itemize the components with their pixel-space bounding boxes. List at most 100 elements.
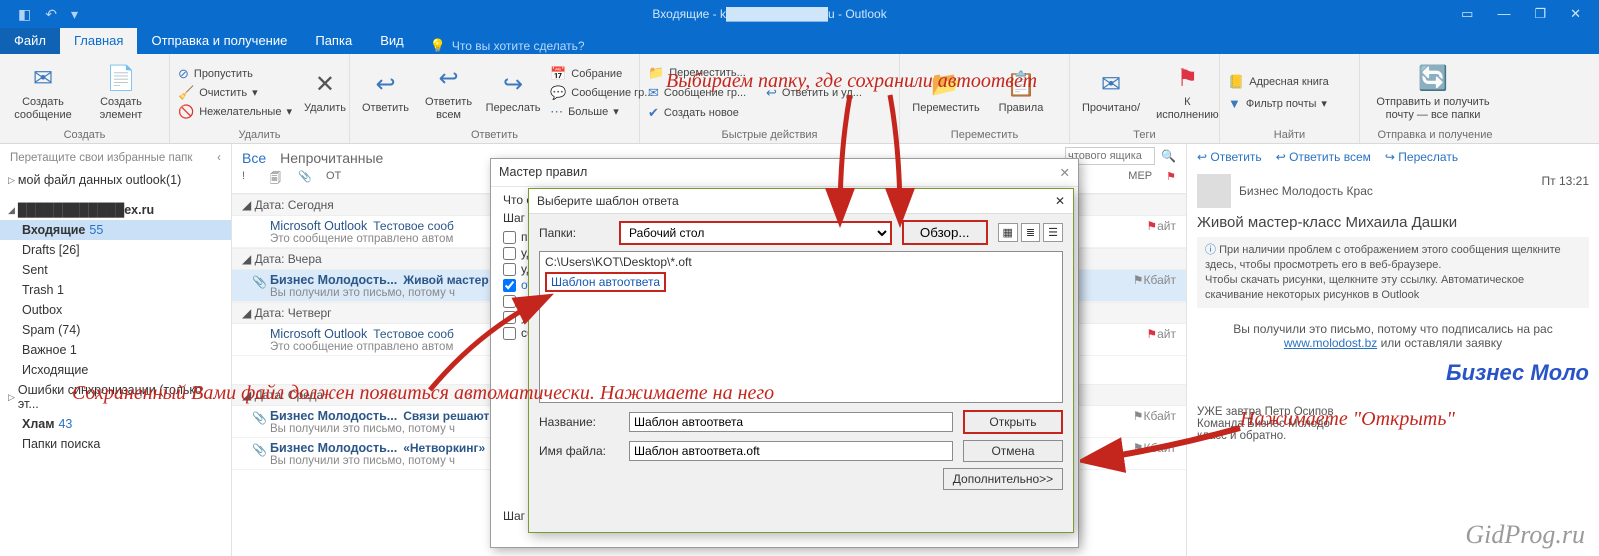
ribbon-options-icon[interactable]: ▭ [1461, 6, 1473, 22]
nav-inbox[interactable]: Входящие55 [0, 220, 231, 240]
rules-button[interactable]: 📋Правила [992, 68, 1050, 116]
attachment-icon: 📎 [252, 411, 267, 425]
group-sendrecv-label: Отправка и получение [1368, 127, 1502, 141]
tab-view[interactable]: Вид [366, 28, 418, 54]
file-input[interactable] [629, 441, 953, 461]
reply-button[interactable]: ↩Ответить [358, 68, 413, 116]
rule-checkbox[interactable] [503, 263, 516, 276]
move-button[interactable]: 📂Переместить [908, 68, 984, 116]
cancel-button[interactable]: Отмена [963, 440, 1063, 462]
addrbook-button[interactable]: 📒Адресная книга [1228, 74, 1329, 90]
nav-junk[interactable]: Хлам43 [0, 414, 231, 434]
name-label: Название: [539, 415, 619, 429]
open-button[interactable]: Открыть [963, 410, 1063, 434]
folder-select[interactable]: Рабочий стол [619, 221, 892, 245]
delete-icon: ✕ [315, 70, 335, 99]
browse-button[interactable]: Обзор... [902, 220, 988, 245]
check-icon: ✔ [648, 105, 659, 121]
rule-checkbox[interactable] [503, 231, 516, 244]
tab-home[interactable]: Главная [60, 28, 137, 54]
unread-button[interactable]: ✉Прочитано/ [1078, 68, 1144, 116]
nav-search-folders[interactable]: Папки поиска [0, 434, 231, 454]
name-input[interactable] [629, 412, 953, 432]
minimize-icon[interactable]: — [1497, 6, 1510, 22]
more-button[interactable]: ⋯Больше ▾ [550, 104, 653, 120]
move-icon: 📂 [931, 70, 961, 99]
unread-icon: ✉ [1101, 70, 1121, 99]
nav-sync-errors[interactable]: ▷Ошибки синхронизации (только эт... [0, 380, 231, 414]
search-icon[interactable]: 🔍 [1161, 149, 1176, 163]
tellme-search[interactable]: 💡Что вы хотите сделать? [418, 38, 585, 54]
more-icon: ⋯ [550, 104, 563, 120]
rule-checkbox[interactable] [503, 295, 516, 308]
tab-sendrecv[interactable]: Отправка и получение [137, 28, 301, 54]
qat-customize-icon[interactable]: ▾ [71, 6, 78, 23]
clean-button[interactable]: 🧹Очистить ▾ [178, 85, 292, 101]
nav-account[interactable]: ◢████████████ex.ru [0, 200, 231, 220]
sendrecv-all-button[interactable]: 🔄Отправить и получить почту — все папки [1368, 62, 1498, 122]
filter-all[interactable]: Все [242, 150, 266, 166]
rp-replyall[interactable]: ↩ Ответить всем [1276, 150, 1371, 164]
msg-button[interactable]: 💬Сообщение гр... [550, 85, 653, 101]
rule-checkbox[interactable] [503, 279, 516, 292]
group-quick-label: Быстрые действия [648, 127, 891, 141]
view-list-icon[interactable]: ≣ [1021, 223, 1040, 242]
rule-checkbox[interactable] [503, 247, 516, 260]
rule-checkbox[interactable] [503, 311, 516, 324]
nav-drafts[interactable]: Drafts [26] [0, 240, 231, 260]
template-chooser-dialog: Выберите шаблон ответа✕ Папки: Рабочий с… [528, 188, 1074, 533]
nav-important[interactable]: Важное 1 [0, 340, 231, 360]
qa-replydel-button[interactable]: ✉Сообщение гр... [648, 85, 758, 101]
link-molodost[interactable]: www.molodost.bz [1284, 336, 1377, 350]
meeting-icon: 📅 [550, 66, 566, 82]
rp-infobar[interactable]: ⓘ При наличии проблем с отображением это… [1197, 237, 1589, 308]
advanced-button[interactable]: Дополнительно>> [943, 468, 1063, 490]
nav-outbox[interactable]: Outbox [0, 300, 231, 320]
title-bar: ◧ ↶ ▾ Входящие - k████████████u - Outloo… [0, 0, 1599, 28]
rp-reply[interactable]: ↩ Ответить [1197, 150, 1262, 164]
chooser-close-icon[interactable]: ✕ [1055, 194, 1065, 208]
new-item-button[interactable]: 📄Создать элемент [86, 62, 156, 122]
template-file-item[interactable]: Шаблон автоответа [545, 272, 666, 292]
qa-move-button[interactable]: 📁Переместить... [648, 65, 758, 81]
view-details-icon[interactable]: ☰ [1043, 223, 1063, 242]
nav-outgoing[interactable]: Исходящие [0, 360, 231, 380]
forward-button[interactable]: ↪Переслать [484, 68, 542, 116]
qa-reply-del2[interactable]: ↩Ответить и уд... [766, 85, 862, 101]
window-title: Входящие - k████████████u - Outlook [78, 7, 1461, 21]
group-tags-label: Теги [1078, 127, 1211, 141]
sendrecv-icon: 🔄 [1418, 64, 1448, 93]
file-list[interactable]: C:\Users\KOT\Desktop\*.oft Шаблон автоот… [539, 251, 1063, 403]
tab-file[interactable]: Файл [0, 28, 60, 54]
nav-sent[interactable]: Sent [0, 260, 231, 280]
meeting-button[interactable]: 📅Собрание [550, 66, 653, 82]
followup-button[interactable]: ⚑К исполнению [1152, 62, 1223, 122]
nav-spam[interactable]: Spam (74) [0, 320, 231, 340]
qat-undo-icon[interactable]: ↶ [45, 6, 57, 23]
new-mail-button[interactable]: ✉Создать сообщение [8, 62, 78, 122]
nav-trash[interactable]: Trash 1 [0, 280, 231, 300]
col-size[interactable]: МЕР [1128, 170, 1152, 189]
junk-button[interactable]: 🚫Нежелательные ▾ [178, 104, 292, 120]
rule-checkbox[interactable] [503, 327, 516, 340]
ignore-button[interactable]: ⊘Пропустить [178, 66, 292, 82]
tab-folder[interactable]: Папка [301, 28, 366, 54]
bulb-icon: 💡 [430, 38, 446, 54]
filter-unread[interactable]: Непрочитанные [280, 150, 383, 166]
avatar [1197, 174, 1231, 208]
addrbook-icon: 📒 [1228, 74, 1244, 90]
qa-createnew-button[interactable]: ✔Создать новое [648, 105, 758, 121]
maximize-icon[interactable]: ❐ [1534, 6, 1546, 22]
view-icons-icon[interactable]: ▦ [998, 223, 1018, 242]
delete-button[interactable]: ✕Удалить [300, 68, 350, 116]
rp-forward[interactable]: ↪ Переслать [1385, 150, 1458, 164]
wizard-close-icon[interactable]: ✕ [1060, 165, 1070, 180]
replyall-button[interactable]: ↩Ответить всем [421, 62, 476, 122]
filter-button[interactable]: ▼Фильтр почты ▾ [1228, 96, 1329, 111]
group-move-label: Переместить [908, 127, 1061, 141]
new-mail-icon: ✉ [33, 64, 53, 93]
col-flag-icon[interactable]: ⚑ [1166, 170, 1176, 189]
close-icon[interactable]: ✕ [1570, 6, 1581, 22]
nav-datafile[interactable]: ▷мой файл данных outlook(1) [0, 170, 231, 190]
col-from[interactable]: ОТ [326, 170, 476, 189]
